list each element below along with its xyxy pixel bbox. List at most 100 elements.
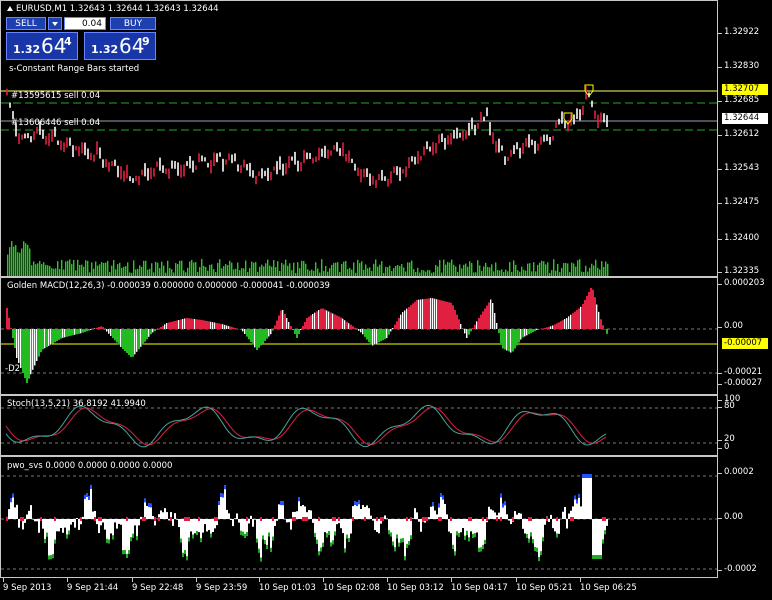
macd-bar-highlight (552, 325, 553, 329)
macd-bar (592, 289, 594, 329)
volume-bar (285, 259, 287, 276)
volume-bar (161, 261, 163, 276)
sell-price-sup: 4 (64, 35, 72, 48)
pwo-zero-mark (6, 517, 8, 521)
pwo-bar-tip (540, 551, 542, 556)
volume-bar (539, 262, 541, 276)
volume-bar (353, 262, 355, 276)
volume-bar (59, 269, 61, 276)
macd-bar (14, 329, 16, 348)
pwo-bar-tip (390, 532, 392, 537)
macd-bar (558, 322, 560, 329)
macd-bar (424, 298, 426, 329)
pwo-bar (598, 519, 600, 559)
buy-price-box[interactable]: 1.32 64 9 (84, 32, 156, 60)
macd-bar (450, 302, 452, 329)
macd-bar (572, 313, 574, 329)
volume-bar (523, 269, 525, 276)
volume-bar (301, 260, 303, 276)
volume-bar (29, 248, 31, 276)
volume-bar (541, 260, 543, 276)
pwo-bar (96, 519, 98, 525)
macd-bar-highlight (494, 313, 495, 329)
pwo-bar-tip (48, 555, 50, 560)
pwo-bar (172, 519, 174, 526)
time-axis[interactable]: 9 Sep 2013 9 Sep 21:44 9 Sep 22:48 9 Sep… (0, 578, 772, 600)
pwo-bar (564, 506, 566, 519)
macd-bar-highlight (328, 311, 329, 329)
pwo-bar (138, 519, 140, 526)
volume-bar (225, 264, 227, 276)
pwo-bar (194, 519, 196, 534)
volume-bar (467, 266, 469, 276)
volume-bar (557, 263, 559, 276)
volume-bar (387, 267, 389, 276)
volume-bar (545, 264, 547, 276)
volume-bar (363, 269, 365, 276)
volume-bar (321, 259, 323, 276)
macd-bar (200, 319, 202, 329)
macd-bar-highlight (20, 329, 21, 368)
macd-bar-highlight (34, 329, 35, 366)
time-tick: 9 Sep 22:48 (132, 578, 184, 593)
pwo-bar (178, 519, 180, 528)
macd-bar (388, 329, 390, 335)
pwo-bar-tip (44, 538, 46, 543)
pwo-bar (428, 517, 430, 519)
pwo-zero-mark (352, 517, 354, 521)
volume-bar (575, 266, 577, 276)
pwo-bar (190, 519, 192, 532)
pwo-bar (368, 508, 370, 519)
macd-bar-highlight (376, 329, 377, 344)
pwo-bar (398, 519, 400, 547)
macd-bar (306, 318, 308, 329)
sell-button[interactable]: SELL (6, 17, 46, 30)
pwo-bar (510, 519, 512, 525)
price-chart-pane[interactable]: EURUSD,M1 1.32643 1.32644 1.32643 1.3264… (0, 0, 718, 277)
lot-size-input[interactable]: 0.04 (64, 17, 106, 30)
stoch-scale[interactable]: 100 80 20 0 (717, 394, 772, 456)
macd-bar (410, 305, 412, 329)
order-label-1[interactable]: #13595615 sell 0.04 (11, 91, 100, 101)
pwo-bar-tip (328, 530, 330, 535)
macd-bar (484, 308, 486, 329)
pwo-bar-tip (106, 538, 108, 543)
pwo-bar-tip (200, 538, 202, 543)
chart-menu-icon[interactable] (7, 6, 13, 11)
pwo-bar (454, 519, 456, 556)
volume-bar (293, 262, 295, 276)
pwo-bar-tip (456, 531, 458, 536)
macd-histogram (1, 288, 717, 383)
stochastic-pane[interactable]: Stoch(13,5,21) 36.8192 41.9940 (0, 395, 718, 456)
macd-bar-highlight (136, 329, 137, 352)
volume-bar (143, 260, 145, 276)
pwo-bar (232, 519, 234, 527)
macd-bar (172, 321, 174, 329)
pwo-zero-mark (422, 517, 424, 521)
volume-bar (267, 259, 269, 276)
macd-bar (128, 329, 130, 355)
volume-bar (103, 262, 105, 276)
volume-bar (105, 262, 107, 276)
macd-bar-highlight (326, 310, 327, 329)
price-scale[interactable]: 1.32922 1.32830 1.32685 1.32612 1.32543 … (717, 0, 772, 277)
pwo-bar (350, 519, 352, 534)
pwo-pane[interactable]: pwo_svs 0.0000 0.0000 0.0000 0.0000 (0, 456, 718, 578)
volume-bar (99, 264, 101, 276)
macd-pane[interactable]: Golden MACD(12,26,3) -0.000039 0.000000 … (0, 277, 718, 395)
pwo-bar-tip (46, 532, 48, 537)
volume-bar (235, 268, 237, 276)
sell-price-box[interactable]: 1.32 64 4 (6, 32, 78, 60)
order-label-2[interactable]: #13606446 sell 0.04 (11, 118, 100, 128)
pwo-scale[interactable]: 0.0002 0.00 -0.0002 (718, 456, 772, 578)
volume-bar (213, 269, 215, 276)
pwo-bar (558, 519, 560, 534)
macd-bar (150, 329, 152, 335)
macd-bar (60, 329, 62, 339)
buy-button[interactable]: BUY (110, 17, 156, 30)
macd-bar (544, 327, 546, 329)
pwo-bar (160, 510, 162, 519)
volume-bar (195, 262, 197, 276)
macd-scale[interactable]: 0.000203 0.00 -0.00021 -0.00027 (717, 277, 772, 395)
lot-dropdown-icon[interactable] (48, 17, 62, 30)
